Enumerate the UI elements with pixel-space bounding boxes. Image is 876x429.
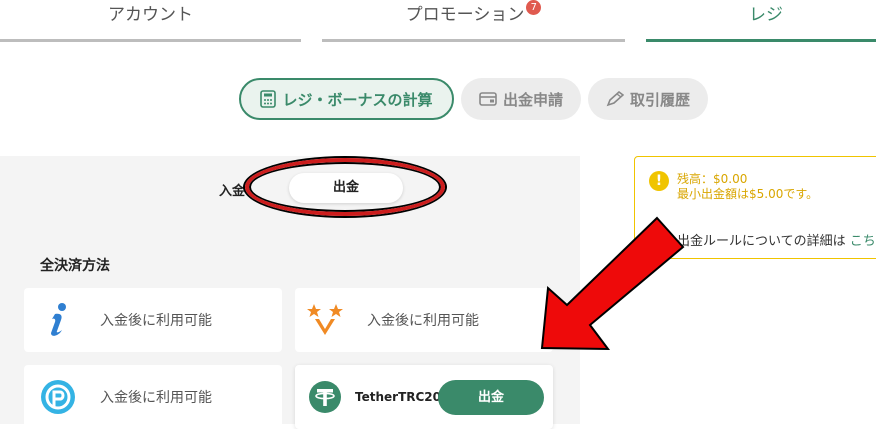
annotation-ellipse — [245, 158, 445, 216]
tab-promotion[interactable]: プロモーション 7 — [322, 0, 625, 42]
pencil-icon — [606, 91, 624, 107]
star-v-icon — [305, 300, 345, 340]
payment-method-card[interactable]: 入金後に利用可能 — [24, 365, 282, 429]
rules-label: 出金ルールについての詳細は — [677, 234, 846, 249]
method-status: 入金後に利用可能 — [100, 313, 212, 329]
history-button[interactable]: 取引履歴 — [588, 78, 708, 120]
min-withdraw-text: 最小出金額は$5.00です。 — [677, 187, 819, 201]
tab-cashier-label: レジ — [749, 5, 783, 25]
rules-link[interactable]: こちら — [850, 234, 876, 249]
rules-text: 出金ルールについての詳細は こちら — [677, 230, 876, 249]
payment-method-card[interactable]: 入金後に利用可能 — [295, 288, 553, 352]
tether-icon — [305, 377, 345, 417]
withdraw-button[interactable]: 出金 — [438, 380, 544, 415]
calc-button[interactable]: レジ・ボーナスの計算 — [239, 78, 454, 120]
deposit-toggle[interactable]: 入金 — [219, 180, 245, 199]
tab-account-label: アカウント — [108, 5, 193, 25]
tab-promotion-label: プロモーション — [405, 5, 525, 25]
tab-underline — [646, 39, 876, 42]
warning-icon: ! — [649, 171, 669, 191]
history-label: 取引履歴 — [629, 90, 690, 109]
p-circle-icon — [38, 377, 78, 417]
calc-button-label: レジ・ボーナスの計算 — [282, 90, 433, 109]
withdraw-request-button[interactable]: 出金申請 — [461, 78, 581, 120]
withdraw-request-label: 出金申請 — [502, 90, 563, 109]
section-title: 全決済方法 — [40, 258, 110, 274]
method-status: 入金後に利用可能 — [367, 313, 479, 329]
wallet-icon — [479, 92, 497, 106]
calculator-icon — [260, 90, 277, 108]
tab-account[interactable]: アカウント — [0, 0, 301, 42]
tab-underline — [0, 39, 301, 42]
tab-cashier[interactable]: レジ — [646, 0, 876, 42]
payment-method-card[interactable]: 入金後に利用可能 — [24, 288, 282, 352]
notification-badge: 7 — [526, 0, 542, 15]
method-status: 入金後に利用可能 — [100, 390, 212, 406]
i-icon — [38, 300, 78, 340]
tab-underline — [322, 39, 625, 42]
balance-info-box: ! 残高：$0.00 最小出金額は$5.00です。 出金ルールについての詳細は … — [634, 156, 876, 259]
tether-name: TetherTRC20 — [355, 390, 441, 404]
